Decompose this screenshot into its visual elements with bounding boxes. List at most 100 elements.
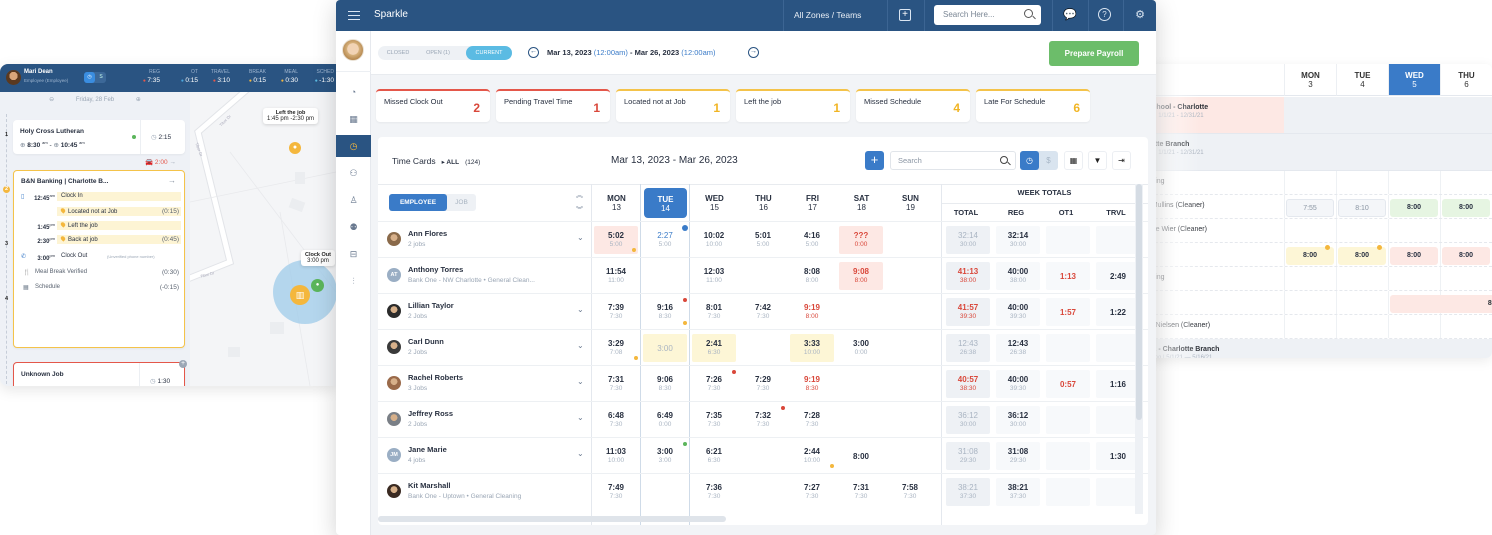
tab-employee[interactable]: EMPLOYEE <box>389 194 447 211</box>
table-row[interactable]: AT Anthony Torres Bank One - NW Charlotte … <box>378 257 1148 293</box>
global-search-input[interactable]: Search Here... <box>934 5 1041 25</box>
table-row[interactable]: Kit Marshall Bank One - Uptown • General … <box>378 473 1148 509</box>
map-view[interactable]: Tibor Dr Tibor Dr Tibor Dr Left the job 1… <box>190 92 336 386</box>
alert-card[interactable]: Missed Clock Out 2 <box>376 89 490 122</box>
alert-card[interactable]: Located not at Job 1 <box>616 89 730 122</box>
employee-name[interactable]: Lillian Taylor <box>408 301 454 310</box>
employee-name[interactable]: Kit Marshall <box>408 481 451 490</box>
time-cards-search-input[interactable]: Search <box>890 151 1016 170</box>
table-row[interactable]: Lillian Taylor 2 Jobs ⌄ 7:39 7:30 9:16 8:30 8:0… <box>378 293 1148 329</box>
day-header[interactable]: SUN 19 <box>886 187 935 220</box>
briefcase-icon[interactable]: ⊟ <box>336 243 371 265</box>
day-cell[interactable]: 4:16 5:00 <box>790 226 834 254</box>
next-day-icon[interactable]: ⊕ <box>136 97 141 103</box>
table-row[interactable]: Rachel Roberts 3 Jobs ⌄ 7:31 7:30 9:06 8:30 7:2… <box>378 365 1148 401</box>
clock-icon[interactable]: ◷ <box>1020 151 1039 170</box>
day-cell[interactable]: 7:39 7:30 <box>594 298 638 326</box>
chevron-down-icon[interactable]: ⌄ <box>577 233 584 242</box>
day-cell[interactable]: 9:08 8:00 <box>839 262 883 290</box>
job-card-unknown[interactable]: Unknown Job ✆ 6:00 pm - ✆ 7:30 pm ◷ 1:30… <box>13 360 187 386</box>
vertical-scrollbar[interactable] <box>1135 184 1143 514</box>
filter-icon[interactable]: ▼ <box>1088 151 1107 170</box>
employee-name[interactable]: Rachel Roberts <box>408 373 463 382</box>
employee-name[interactable]: Jane Marie <box>408 445 447 454</box>
day-cell[interactable]: 7:32 7:30 <box>741 406 785 434</box>
shift-cell[interactable]: 8:00 <box>1390 199 1438 217</box>
table-row[interactable]: Jeffrey Ross 2 Jobs ⌄ 6:48 7:30 6:49 0:00 7:35 7… <box>378 401 1148 437</box>
day-cell[interactable]: 3:29 7:08 <box>594 334 638 362</box>
shift-cell[interactable]: 7:55 <box>1286 199 1334 217</box>
day-cell[interactable]: 7:49 7:30 <box>594 478 638 506</box>
day-header[interactable]: TUE 14 <box>644 188 687 218</box>
day-cell[interactable]: 7:58 7:30 <box>888 478 932 506</box>
search-icon[interactable] <box>1000 156 1008 164</box>
day-cell[interactable]: 11:54 11:00 <box>594 262 638 290</box>
day-cell[interactable]: 11:03 10:00 <box>594 442 638 470</box>
table-row[interactable]: JM Jane Marie 4 jobs ⌄ 11:03 10:00 3:00 3:00 6:2… <box>378 437 1148 473</box>
shift-span[interactable]: 8:0 <box>1390 295 1492 313</box>
chevron-down-icon[interactable]: ⌄ <box>577 413 584 422</box>
tab-open[interactable]: OPEN (1) <box>418 46 458 60</box>
employee-name[interactable]: Carl Dunn <box>408 337 444 346</box>
add-time-card-button[interactable]: + <box>865 151 884 170</box>
day-cell[interactable]: 2:41 6:30 <box>692 334 736 362</box>
day-header[interactable]: WED 15 <box>690 187 739 220</box>
mode-s-option[interactable]: S <box>96 72 106 83</box>
open-job-arrow-icon[interactable]: → <box>168 176 176 185</box>
shift-cell[interactable]: 8:10 <box>1338 199 1386 217</box>
day-cell[interactable]: 2:27 5:00 <box>643 225 688 254</box>
employee-name[interactable]: Jeffrey Ross <box>408 409 453 418</box>
user-icon[interactable]: ♙ <box>336 189 371 211</box>
day-cell[interactable]: 8:00 <box>839 442 883 470</box>
zones-selector[interactable]: All Zones / Teams <box>794 10 861 20</box>
day-header[interactable]: FRI 17 <box>788 187 837 220</box>
day-cell[interactable]: 3:00 <box>643 334 687 362</box>
day-cell[interactable]: 5:01 5:00 <box>741 226 785 254</box>
team-icon[interactable]: ⚇ <box>336 162 371 184</box>
day-cell[interactable]: 9:19 8:00 <box>790 298 834 326</box>
user-avatar[interactable] <box>342 39 364 61</box>
chat-icon[interactable]: 💬 <box>1063 8 1077 22</box>
dollar-icon[interactable]: $ <box>1039 151 1058 170</box>
calendar-icon[interactable]: ▦ <box>1064 151 1083 170</box>
dashboard-icon[interactable]: ◔ <box>336 81 371 103</box>
users-icon[interactable]: ⚉ <box>336 216 371 238</box>
shift-cell[interactable]: 8:00 <box>1442 199 1490 217</box>
export-icon[interactable]: ⇥ <box>1112 151 1131 170</box>
table-row[interactable]: Ann Flores 2 jobs ⌄ 5:02 5:00 2:27 5:00 10:02 10… <box>378 221 1148 257</box>
alert-card[interactable]: Missed Schedule 4 <box>856 89 970 122</box>
employee-name[interactable]: Ann Flores <box>408 229 447 238</box>
chevron-down-icon[interactable]: ⌄ <box>577 449 584 458</box>
day-header[interactable]: MON 13 <box>592 187 641 220</box>
job-card-active[interactable]: B&N Banking | Charlotte B... → 12:45am ▯ C… <box>13 170 185 348</box>
day-cell[interactable]: 6:21 6:30 <box>692 442 736 470</box>
day-cell[interactable]: 5:02 5:00 <box>594 226 638 254</box>
tab-closed[interactable]: CLOSED <box>378 46 418 60</box>
day-cell[interactable]: 3:33 10:00 <box>790 334 834 362</box>
day-header[interactable]: WED 5 <box>1388 64 1440 96</box>
clock-icon[interactable]: ◷ <box>84 72 95 83</box>
day-header[interactable]: TUE 4 <box>1336 64 1388 96</box>
tab-job[interactable]: JOB <box>447 194 476 211</box>
clock-out-pin-icon[interactable]: ● <box>311 279 324 292</box>
scroll-thumb[interactable] <box>1136 184 1142 420</box>
alert-card[interactable]: Left the job 1 <box>736 89 850 122</box>
add-icon[interactable]: + <box>899 9 911 21</box>
day-cell[interactable]: 3:00 0:00 <box>839 334 883 362</box>
alert-card[interactable]: Pending Travel Time 1 <box>496 89 610 122</box>
day-header[interactable]: THU 16 <box>739 187 788 220</box>
shift-cell[interactable]: 8:00 <box>1442 247 1490 265</box>
expand-all-icon[interactable]: ︾ <box>576 205 583 215</box>
day-cell[interactable]: 7:27 7:30 <box>790 478 834 506</box>
mode-toggle[interactable]: ◷ S <box>84 72 106 83</box>
reports-icon[interactable]: ⫶ <box>336 270 371 292</box>
day-cell[interactable]: 2:44 10:00 <box>790 442 834 470</box>
day-cell[interactable]: 7:36 7:30 <box>692 478 736 506</box>
day-cell[interactable]: 7:42 7:30 <box>741 298 785 326</box>
help-icon[interactable]: ? <box>1098 8 1111 21</box>
day-cell[interactable]: ??? 0:00 <box>839 226 883 254</box>
job-card[interactable]: Holy Cross Lutheran ⊕ 8:30 am - ⊕ 10:45 … <box>13 120 185 154</box>
day-cell[interactable]: 7:35 7:30 <box>692 406 736 434</box>
building-icon[interactable]: ▥ <box>290 285 310 305</box>
shift-cell[interactable]: 8:00 <box>1390 247 1438 265</box>
